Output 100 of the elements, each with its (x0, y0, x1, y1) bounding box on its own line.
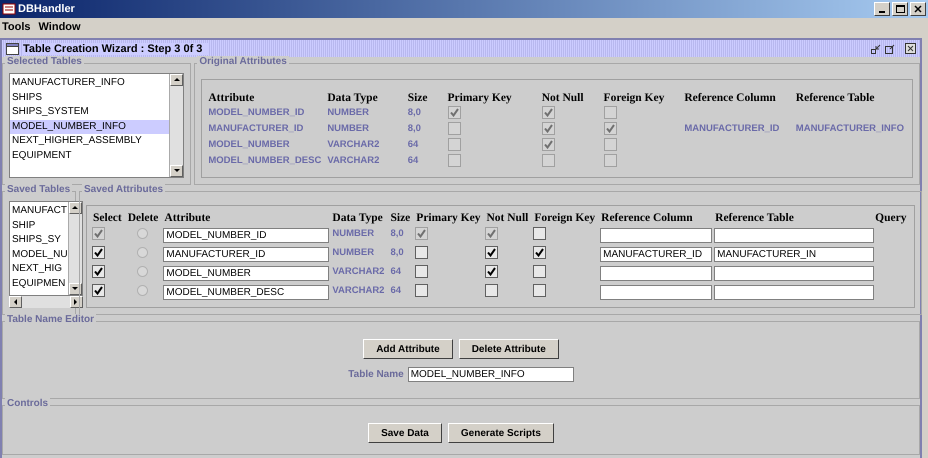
close-button[interactable] (910, 2, 926, 16)
table-cell-text: MANUFACTURER_INFO (794, 122, 905, 136)
column-header: Foreign Key (602, 92, 666, 104)
input-field[interactable]: MODEL_NUMBER (163, 266, 330, 280)
input-field[interactable]: MANUFACTURER_IN (714, 246, 874, 262)
radio-button[interactable] (136, 228, 148, 239)
scroll-down-button[interactable] (68, 283, 82, 295)
checkbox[interactable] (533, 246, 546, 259)
column-header: Reference Table (714, 212, 795, 224)
group-label: Selected Tables (5, 56, 84, 67)
list-item[interactable]: MODEL_NU (10, 248, 68, 262)
radio-button[interactable] (136, 285, 148, 296)
checkmark-icon (94, 267, 103, 276)
arrow-icon (172, 167, 181, 175)
list-item[interactable]: SHIPS (10, 90, 170, 105)
checkmark-icon (417, 229, 426, 238)
input-field[interactable] (600, 266, 712, 280)
list-item[interactable]: MODEL_NUMBER_INFO (10, 120, 170, 134)
input-field[interactable]: MODEL_NUMBER_ID (163, 228, 330, 242)
attribute-button[interactable]: Add Attribute (363, 339, 453, 359)
scroll-up-button[interactable] (170, 74, 184, 86)
frame-title: Table Creation Wizard : Step 3 0f 3 (23, 42, 208, 54)
minimize-icon[interactable] (871, 44, 881, 54)
close-icon[interactable] (905, 43, 916, 54)
column-header: Size (406, 92, 428, 104)
input-field[interactable]: MANUFACTURER_ID (600, 246, 712, 262)
checkbox[interactable] (533, 227, 546, 240)
table-cell-text: VARCHAR2 (331, 265, 386, 279)
menu-item[interactable]: Tools (2, 21, 31, 33)
radio-button[interactable] (136, 266, 148, 277)
field-label: Table Name (348, 369, 404, 380)
list-item[interactable]: MANUFACTURER_INFO (10, 76, 170, 90)
list-item[interactable]: NEXT_HIG (10, 262, 68, 276)
input-field[interactable] (600, 228, 712, 242)
table-cell-text: NUMBER (331, 227, 376, 241)
checkbox[interactable] (542, 122, 555, 134)
radio-button[interactable] (136, 247, 148, 258)
checkbox[interactable] (448, 106, 460, 118)
restore-icon[interactable] (885, 44, 895, 54)
table-cell-text: MODEL_NUMBER_DESC (207, 154, 322, 168)
input-field[interactable]: MODEL_NUMBER_INFO (408, 367, 574, 382)
scroll-right-button[interactable] (70, 296, 83, 308)
input-field[interactable] (714, 228, 874, 242)
input-field[interactable] (714, 284, 874, 300)
window-title: DBHandler (18, 3, 76, 15)
checkbox[interactable] (92, 265, 105, 278)
checkbox[interactable] (542, 106, 555, 118)
menu-item[interactable]: Window (38, 21, 81, 33)
checkbox[interactable] (415, 265, 428, 278)
input-field[interactable] (714, 266, 874, 280)
column-header: Size (389, 212, 412, 224)
table-cell-text: 8,0 (389, 227, 405, 241)
checkbox[interactable] (415, 246, 428, 259)
checkbox[interactable] (448, 138, 460, 150)
minimize-button[interactable] (874, 2, 890, 16)
checkbox[interactable] (448, 122, 460, 134)
input-field[interactable] (600, 284, 712, 300)
checkbox[interactable] (448, 154, 460, 166)
checkbox[interactable] (533, 265, 546, 278)
list-item[interactable]: EQUIPMEN (10, 276, 68, 291)
checkbox[interactable] (604, 138, 617, 150)
checkbox[interactable] (485, 265, 498, 278)
control-button[interactable]: Generate Scripts (448, 423, 554, 443)
table-cell-text: 64 (406, 138, 420, 152)
column-header: Delete (126, 212, 160, 224)
table-cell-text: MANUFACTURER_ID (683, 122, 780, 136)
app-icon (2, 2, 16, 16)
list-item[interactable]: EQUIPMENT (10, 148, 170, 163)
column-header: Attribute (207, 92, 256, 104)
scroll-down-button[interactable] (170, 165, 184, 177)
checkbox[interactable] (92, 246, 105, 259)
checkbox[interactable] (604, 154, 617, 166)
list-item[interactable]: NEXT_HIGHER_ASSEMBLY (10, 134, 170, 148)
list-item[interactable]: SHIP (10, 218, 68, 233)
control-button[interactable]: Save Data (368, 423, 442, 443)
input-field[interactable]: MANUFACTURER_ID (163, 246, 330, 262)
checkmark-icon (535, 248, 544, 257)
checkbox[interactable] (415, 284, 428, 297)
checkmark-icon (94, 248, 103, 257)
scroll-up-button[interactable] (68, 202, 82, 214)
checkbox[interactable] (485, 284, 498, 297)
checkbox[interactable] (92, 284, 105, 297)
checkbox[interactable] (604, 106, 617, 118)
list-item[interactable]: SHIPS_SY (10, 233, 68, 248)
table-cell-text: NUMBER (326, 122, 370, 136)
column-header: Select (92, 212, 123, 224)
checkbox[interactable] (485, 246, 498, 259)
input-field[interactable]: MODEL_NUMBER_DESC (163, 284, 330, 300)
attribute-button[interactable]: Delete Attribute (458, 339, 559, 359)
group-label: Saved Attributes (82, 184, 166, 195)
checkbox[interactable] (542, 138, 555, 150)
group-label: Original Attributes (197, 56, 289, 67)
scroll-left-button[interactable] (9, 296, 22, 308)
list-item[interactable]: MANUFACT (10, 204, 68, 218)
list-item[interactable]: SHIPS_SYSTEM (10, 105, 170, 120)
checkbox[interactable] (533, 284, 546, 297)
checkbox[interactable] (542, 154, 555, 166)
maximize-button[interactable] (892, 2, 908, 16)
checkbox[interactable] (604, 122, 617, 134)
column-header: Data Type (331, 212, 384, 224)
